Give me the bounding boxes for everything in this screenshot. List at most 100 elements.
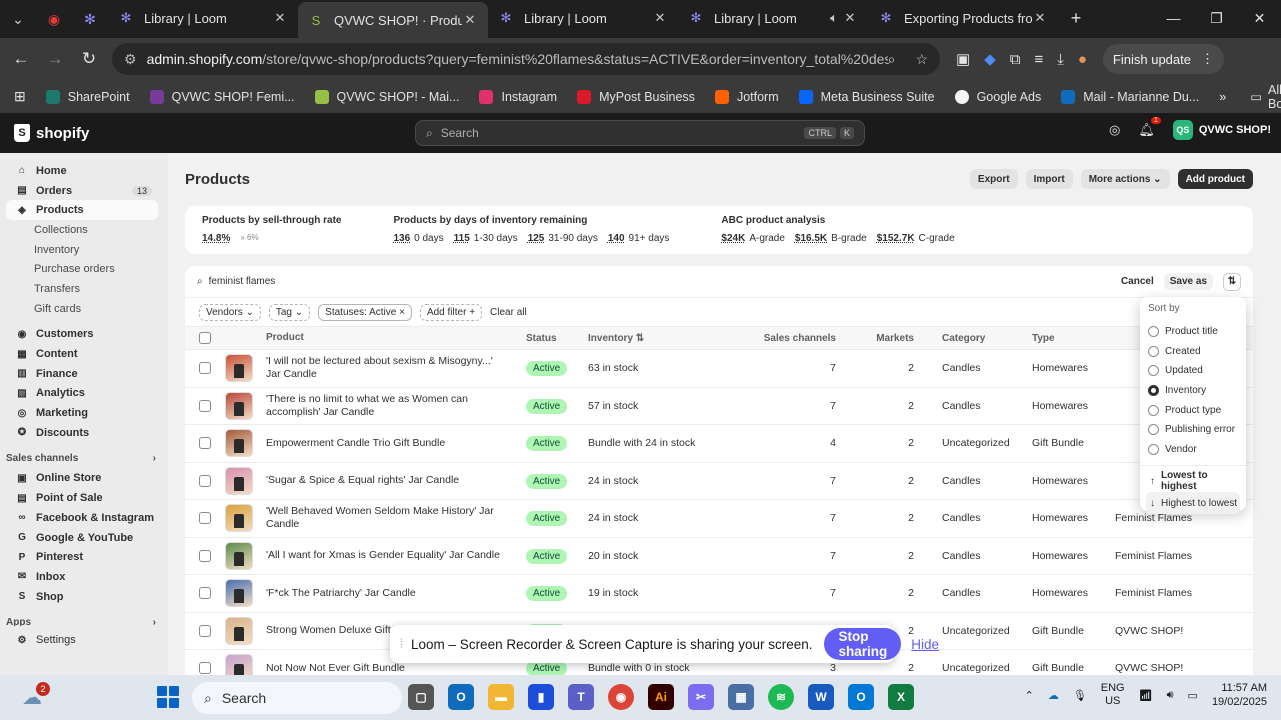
sidebar-item-analytics[interactable]: ▨ Analytics xyxy=(0,384,168,404)
product-name[interactable]: 'Well Behaved Women Seldom Make History'… xyxy=(259,505,526,531)
chrome-icon[interactable]: ◉ xyxy=(608,684,634,710)
bell-icon[interactable]: 🔔︎ 1 xyxy=(1138,117,1161,138)
column-product[interactable]: Product xyxy=(259,332,526,345)
row-checkbox[interactable] xyxy=(199,624,211,637)
spotify-icon[interactable]: ≋ xyxy=(768,684,794,710)
sort-descending-option[interactable]: ↓ Highest to lowest xyxy=(1146,492,1240,515)
sales-channels-heading[interactable]: Sales channels › xyxy=(0,449,168,469)
bookmark-item[interactable]: Google Ads xyxy=(954,89,1041,104)
table-row[interactable]: 'There is no limit to what we as Women c… xyxy=(185,388,1253,425)
loom-extension-icon[interactable]: ✻ xyxy=(72,0,108,38)
radio-button[interactable] xyxy=(1148,443,1159,455)
shopify-logo[interactable]: S shopify xyxy=(14,124,89,142)
admin-search-input[interactable]: ⌕ Search CTRL K xyxy=(415,120,865,146)
microphone-icon[interactable]: 🎙︎ xyxy=(1073,689,1087,702)
status-filter-chip[interactable]: Statuses: Active × xyxy=(318,303,412,321)
sidebar-item-home[interactable]: ⌂ Home xyxy=(0,161,168,181)
export-button[interactable]: Export xyxy=(969,169,1018,189)
bookmarks-overflow-icon[interactable]: » xyxy=(1219,90,1226,104)
calculator-icon[interactable]: ▦ xyxy=(728,684,754,710)
close-tab-icon[interactable]: ✕ xyxy=(1032,10,1048,26)
query-input[interactable]: ⌕ feminist flames xyxy=(197,276,275,287)
row-checkbox[interactable] xyxy=(199,549,211,562)
browser-tab-2[interactable]: S QVWC SHOP! · Products✕ xyxy=(298,2,488,38)
sort-option-updated[interactable]: Updated xyxy=(1146,361,1240,381)
bookmark-item[interactable]: Meta Business Suite xyxy=(798,89,935,104)
column-type[interactable]: Type xyxy=(1032,333,1115,344)
sidebar-channel-google-youtube[interactable]: G Google & YouTube xyxy=(0,528,168,548)
sidebar-item-discounts[interactable]: ✪ Discounts xyxy=(0,423,168,443)
sidekick-icon[interactable]: ◎ xyxy=(1109,122,1120,138)
outlook-icon[interactable]: O xyxy=(448,684,474,710)
bookmark-item[interactable]: Jotform xyxy=(714,89,779,104)
sidebar-channel-inbox[interactable]: ✉ Inbox xyxy=(0,567,168,587)
extensions-puzzle-icon[interactable]: ⧉ xyxy=(1010,51,1021,68)
product-name[interactable]: 'I will not be lectured about sexism & M… xyxy=(259,355,526,381)
teams-icon[interactable]: ▮ xyxy=(528,684,554,710)
teams-chat-icon[interactable]: T xyxy=(568,684,594,710)
metric-card[interactable]: Products by sell-through rate 14.8% » 6% xyxy=(202,215,341,245)
sidebar-item-customers[interactable]: ◉ Customers xyxy=(0,325,168,345)
bookmark-item[interactable]: Mail - Marianne Du... xyxy=(1061,89,1199,104)
sort-option-created[interactable]: Created xyxy=(1146,342,1240,362)
sidebar-channel-shop[interactable]: S Shop xyxy=(0,587,168,607)
row-checkbox[interactable] xyxy=(199,362,211,375)
close-tab-icon[interactable]: ✕ xyxy=(842,10,858,26)
table-row[interactable]: 'Sugar & Spice & Equal rights' Jar Candl… xyxy=(185,463,1253,500)
row-checkbox[interactable] xyxy=(199,662,211,675)
metric-card[interactable]: Products by days of inventory remaining 1… xyxy=(393,215,669,245)
sort-option-publishing-error[interactable]: Publishing error xyxy=(1146,420,1240,440)
profile-avatar[interactable]: ● xyxy=(1078,51,1087,68)
weather-widget[interactable]: ☁ 2 xyxy=(12,678,52,718)
sidebar-item-transfers[interactable]: Transfers xyxy=(0,279,168,299)
radio-button[interactable] xyxy=(1148,424,1159,436)
radio-button[interactable] xyxy=(1148,345,1159,357)
bookmark-item[interactable]: QVWC SHOP! Femi... xyxy=(149,89,295,104)
new-tab-button[interactable]: + xyxy=(1058,2,1094,34)
radio-button[interactable] xyxy=(1148,326,1159,338)
language-indicator[interactable]: ENG US xyxy=(1101,682,1125,708)
media-icon[interactable]: ≡ xyxy=(1034,51,1043,68)
illustrator-icon[interactable]: Ai xyxy=(648,684,674,710)
sort-option-product-type[interactable]: Product type xyxy=(1146,400,1240,420)
row-checkbox[interactable] xyxy=(199,437,211,450)
row-checkbox[interactable] xyxy=(199,474,211,487)
minimize-button[interactable]: — xyxy=(1152,0,1195,36)
table-row[interactable]: 'I will not be lectured about sexism & M… xyxy=(185,350,1253,388)
sidebar-item-settings[interactable]: ⚙ Settings xyxy=(0,630,168,650)
product-name[interactable]: 'F*ck The Patriarchy' Jar Candle xyxy=(259,587,526,600)
chevron-up-icon[interactable]: ⌃ xyxy=(1025,689,1034,702)
drag-handle-icon[interactable]: ⦙ xyxy=(400,636,403,652)
clear-all-button[interactable]: Clear all xyxy=(490,307,527,318)
table-row[interactable]: 'Well Behaved Women Seldom Make History'… xyxy=(185,500,1253,538)
maximize-button[interactable]: ❐ xyxy=(1195,0,1238,36)
battery-icon[interactable]: ▭ xyxy=(1188,689,1198,702)
sidebar-channel-facebook-instagram[interactable]: ∞ Facebook & Instagram xyxy=(0,508,168,528)
record-icon[interactable]: ◉ xyxy=(36,0,72,38)
column-sales-channels[interactable]: Sales channels xyxy=(758,333,836,344)
product-name[interactable]: 'All I want for Xmas is Gender Equality'… xyxy=(259,549,526,562)
all-bookmarks-button[interactable]: ▭ All Bookmarks xyxy=(1250,83,1281,111)
close-window-button[interactable]: ✕ xyxy=(1238,0,1281,36)
radio-button[interactable] xyxy=(1148,385,1159,397)
file-explorer-icon[interactable]: ▬ xyxy=(488,684,514,710)
import-button[interactable]: Import xyxy=(1025,169,1073,189)
radio-button[interactable] xyxy=(1148,404,1159,416)
tag-filter[interactable]: Tag ⌄ xyxy=(268,303,311,321)
zoom-icon[interactable]: ⌕ xyxy=(888,51,896,68)
url-input[interactable]: ⚙ admin.shopify.com /store/qvwc-shop/pro… xyxy=(112,43,940,75)
column-category[interactable]: Category xyxy=(914,333,1032,344)
radio-button[interactable] xyxy=(1148,365,1159,377)
sort-option-inventory[interactable]: Inventory xyxy=(1146,381,1240,401)
outlook-alt-icon[interactable]: O xyxy=(848,684,874,710)
excel-icon[interactable]: X xyxy=(888,684,914,710)
sidebar-item-orders[interactable]: ▤ Orders 13 xyxy=(0,181,168,201)
forward-button[interactable]: → xyxy=(38,42,72,76)
product-name[interactable]: 'Sugar & Spice & Equal rights' Jar Candl… xyxy=(259,474,526,487)
site-info-icon[interactable]: ⚙ xyxy=(124,51,137,68)
store-switcher[interactable]: QS QVWC SHOP! xyxy=(1172,120,1271,140)
sort-toggle-icon[interactable]: ⇅ xyxy=(1223,272,1241,291)
row-checkbox[interactable] xyxy=(199,587,211,600)
download-icon[interactable]: ⤓ xyxy=(1057,51,1064,68)
apps-grid-icon[interactable]: ⊞ xyxy=(14,88,26,105)
